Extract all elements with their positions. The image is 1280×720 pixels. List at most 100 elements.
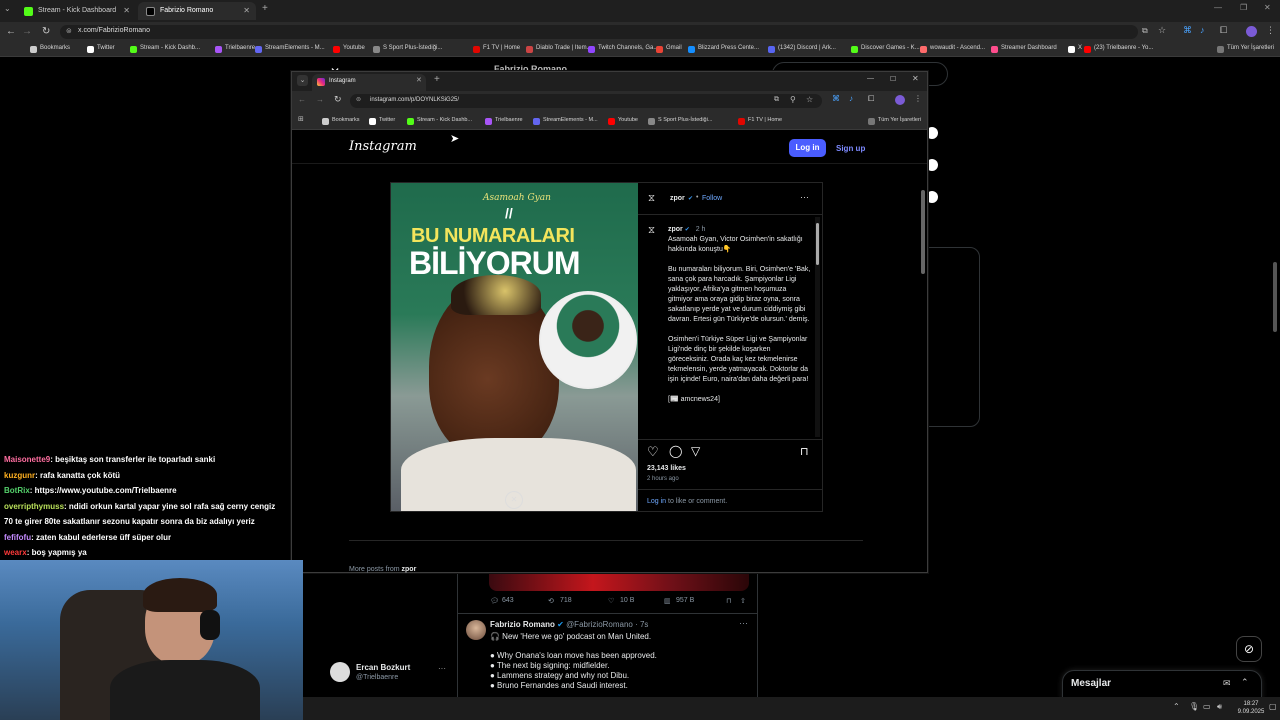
bookmark-item[interactable]: StreamElements - M... xyxy=(255,45,325,53)
minimize-window-icon[interactable]: — xyxy=(1214,3,1222,12)
expand-messages-icon[interactable]: ⌃ xyxy=(1241,677,1249,688)
share-icon[interactable]: ⇧ xyxy=(740,597,746,605)
messages-drawer[interactable]: Mesajlar ✉ ⌃ xyxy=(1062,670,1262,700)
bookmark-item[interactable]: Bookmarks xyxy=(30,45,70,53)
taskbar-clock[interactable]: 18:27 9.09.2025 xyxy=(1231,700,1271,716)
caption-scrollbar-thumb[interactable] xyxy=(816,223,819,265)
tab-list-dropdown-icon[interactable]: ⌄ xyxy=(4,4,11,13)
extension-icon[interactable]: ⌘ xyxy=(1183,25,1192,36)
instagram-page-scrollbar[interactable] xyxy=(921,190,925,274)
notification-icon[interactable]: ▢ xyxy=(1269,702,1277,711)
page-scrollbar[interactable] xyxy=(1273,262,1277,332)
bookmark-item[interactable]: Bookmarks xyxy=(322,117,360,125)
bookmark-item[interactable]: Discover Games - K... xyxy=(851,45,920,53)
site-info-icon[interactable]: ⊜ xyxy=(66,27,72,35)
new-message-icon[interactable]: ✉ xyxy=(1223,678,1231,689)
bookmark-item[interactable]: F1 TV | Home xyxy=(738,117,782,125)
post-image[interactable]: Asamoah Gyan // BU NUMARALARI BİLİYORUM … xyxy=(391,183,638,511)
outer-tab-kick[interactable]: Stream - Kick Dashboard ✕ xyxy=(16,2,136,20)
inner-new-tab-button[interactable]: + xyxy=(434,74,440,85)
retweet-icon[interactable]: ⟲ xyxy=(548,597,554,605)
audio-extension-icon[interactable]: ♪ xyxy=(1200,25,1205,35)
outer-tab-x[interactable]: Fabrizio Romano (@FabrizioRo… ✕ xyxy=(138,2,256,32)
inner-close-icon[interactable]: ✕ xyxy=(912,74,919,83)
bookmark-item[interactable]: Gmail xyxy=(656,45,682,53)
cast-icon[interactable]: ⧉ xyxy=(1142,26,1148,36)
close-tab-icon[interactable]: ✕ xyxy=(123,2,130,20)
reply-icon[interactable]: 💬︎ xyxy=(490,597,499,605)
profile-avatar-icon[interactable] xyxy=(1246,26,1257,37)
caption-scrollbar[interactable] xyxy=(815,217,820,437)
profile-avatar-icon[interactable] xyxy=(895,95,905,105)
inner-minimize-icon[interactable]: — xyxy=(867,75,874,82)
all-bookmarks-folder[interactable]: Tüm Yer İşaretleri xyxy=(867,117,921,125)
bookmark-icon[interactable]: ⊓ xyxy=(726,597,731,605)
tweet-more-icon[interactable]: ··· xyxy=(739,618,748,628)
caption-scroll-area[interactable]: ⧖ zpor ✔ 2 h Asamoah Gyan, Victor Osimhe… xyxy=(638,217,814,437)
save-bookmark-icon[interactable]: ⊓ xyxy=(800,445,809,458)
inner-maximize-icon[interactable]: ☐ xyxy=(890,75,896,83)
inner-back-icon[interactable]: ← xyxy=(298,95,306,104)
like-count[interactable]: 23,143 likes xyxy=(647,465,686,472)
outer-omnibox[interactable]: ⊜ x.com/FabrizioRomano xyxy=(60,25,1138,39)
bookmark-item[interactable]: Stream - Kick Dashb... xyxy=(407,117,472,125)
network-icon[interactable]: ▭ xyxy=(1203,702,1211,711)
bookmark-item[interactable]: S Sport Plus-İstediği... xyxy=(373,45,442,53)
bookmark-item[interactable]: Streamer Dashboard xyxy=(991,45,1057,53)
bookmark-item[interactable]: Youtube xyxy=(333,45,365,53)
bookmark-item[interactable]: S Sport Plus-İstediği... xyxy=(648,117,712,125)
audio-extension-icon[interactable]: ♪ xyxy=(849,94,853,103)
bookmark-star-icon[interactable]: ☆ xyxy=(1158,25,1166,36)
inner-forward-icon[interactable]: → xyxy=(316,95,324,104)
post-more-icon[interactable]: ··· xyxy=(800,192,809,202)
inner-tab-list-icon[interactable]: ⌄ xyxy=(297,75,308,86)
author-username[interactable]: zpor xyxy=(670,195,685,202)
bookmark-item[interactable]: (23) Trielbaenre - Yo... xyxy=(1084,45,1153,53)
grok-button[interactable]: ⊘ xyxy=(1236,636,1262,662)
browser-menu-icon[interactable]: ⋮ xyxy=(914,94,922,103)
apps-grid-icon[interactable]: ⊞ xyxy=(298,115,304,123)
comment-icon[interactable]: ◯ xyxy=(669,444,682,458)
bookmark-item[interactable]: Blizzard Press Cente... xyxy=(688,45,759,53)
bookmark-item[interactable]: Twitter xyxy=(369,117,395,125)
extensions-puzzle-icon[interactable]: ⧠ xyxy=(868,94,874,104)
instagram-logo[interactable]: Instagram xyxy=(349,139,417,154)
new-tab-button[interactable]: + xyxy=(262,3,268,14)
close-tab-icon[interactable]: ✕ xyxy=(416,76,422,84)
extension-icon[interactable]: ⌘ xyxy=(832,94,840,103)
close-tab-icon[interactable]: ✕ xyxy=(243,2,250,20)
inner-omnibox[interactable]: ⊜ instagram.com/p/DOYNLKSiG25/ ⧉ ⚲ ☆ xyxy=(350,94,822,108)
author-avatar-icon[interactable]: ⧖ xyxy=(648,193,655,204)
bookmark-item[interactable]: (1342) Discord | Ark... xyxy=(768,45,836,53)
tweet-avatar[interactable] xyxy=(466,620,486,640)
more-posts-user[interactable]: zpor xyxy=(402,566,417,573)
account-switcher[interactable]: Ercan Bozkurt @Trielbaenre ··· xyxy=(326,657,452,687)
tweet-media-image[interactable] xyxy=(489,573,749,591)
bookmark-item[interactable]: wowaudit - Ascend... xyxy=(920,45,985,53)
bookmark-item[interactable]: Youtube xyxy=(608,117,638,125)
forward-icon[interactable]: → xyxy=(22,26,32,37)
like-heart-icon[interactable]: ♡ xyxy=(647,444,659,460)
extensions-puzzle-icon[interactable]: ⧠ xyxy=(1220,25,1227,36)
bookmark-item[interactable]: F1 TV | Home xyxy=(473,45,520,53)
bookmark-item[interactable]: StreamElements - M... xyxy=(533,117,598,125)
bookmark-star-icon[interactable]: ☆ xyxy=(806,95,813,104)
close-window-icon[interactable]: ✕ xyxy=(1264,3,1271,12)
bookmark-item[interactable]: Twitter xyxy=(87,45,115,53)
login-prompt-link[interactable]: Log in xyxy=(647,498,666,505)
share-send-icon[interactable]: ▽ xyxy=(691,444,700,458)
browser-menu-icon[interactable]: ⋮ xyxy=(1266,25,1275,36)
site-info-icon[interactable]: ⊜ xyxy=(356,96,361,103)
volume-icon[interactable]: 🔊︎ xyxy=(1217,702,1222,712)
inner-reload-icon[interactable]: ↻ xyxy=(334,94,342,105)
all-bookmarks-folder[interactable]: Tüm Yer İşaretleri xyxy=(1216,45,1274,53)
bookmark-item[interactable]: Twitch Channels, Ga... xyxy=(588,45,658,53)
tweet[interactable]: Fabrizio Romano ✔ @FabrizioRomano · 7s ·… xyxy=(457,615,757,697)
account-more-icon[interactable]: ··· xyxy=(438,664,446,673)
restore-window-icon[interactable]: ❐ xyxy=(1240,3,1247,12)
signup-link[interactable]: Sign up xyxy=(836,144,865,153)
install-app-icon[interactable]: ⧉ xyxy=(774,96,779,104)
login-button[interactable]: Log in xyxy=(789,139,826,157)
follow-button[interactable]: Follow xyxy=(702,195,722,202)
zoom-icon[interactable]: ⚲ xyxy=(790,95,796,104)
